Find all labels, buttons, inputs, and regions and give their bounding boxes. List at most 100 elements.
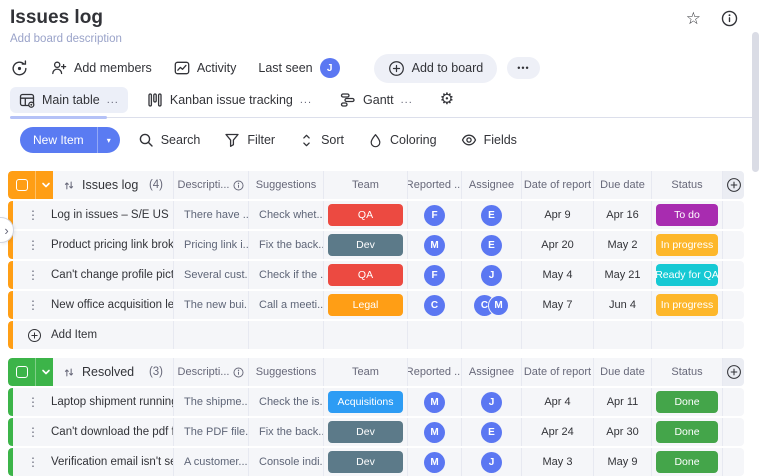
column-status[interactable]: Status [651, 358, 722, 386]
team-label[interactable]: QA [328, 204, 403, 226]
description-cell[interactable]: The PDF file... [173, 418, 248, 446]
column-suggestions[interactable]: Suggestions [248, 358, 323, 386]
date-of-report-cell[interactable]: Apr 20 [521, 231, 593, 259]
group-sort-icon[interactable] [63, 179, 75, 192]
assignee-avatar[interactable]: J [481, 392, 502, 413]
filter-button[interactable]: Filter [224, 132, 275, 148]
column-description[interactable]: Descripti... [173, 358, 248, 386]
new-item-button[interactable]: New Item ▾ [20, 127, 120, 153]
caret-down-icon[interactable]: ▾ [97, 127, 120, 153]
fields-button[interactable]: Fields [461, 132, 517, 148]
column-assignee[interactable]: Assignee [461, 171, 521, 199]
status-label[interactable]: Done [656, 391, 718, 413]
status-label[interactable]: In progress [656, 294, 718, 316]
column-reported[interactable]: Reported ... [407, 171, 461, 199]
due-date-cell[interactable]: Apr 16 [593, 201, 651, 229]
column-reported[interactable]: Reported ... [407, 358, 461, 386]
scrollbar[interactable] [752, 32, 759, 172]
row-menu-icon[interactable]: ⋮ [27, 298, 39, 312]
team-label[interactable]: QA [328, 264, 403, 286]
add-item-row[interactable]: Add Item [8, 321, 744, 349]
suggestions-cell[interactable]: Fix the back... [248, 418, 323, 446]
item-name[interactable]: Laptop shipment running late [51, 396, 173, 408]
reported-avatar[interactable]: C [424, 295, 445, 316]
group-collapse-control[interactable] [8, 171, 53, 199]
item-name[interactable]: Verification email isn't sent [51, 456, 173, 468]
assignee-avatar[interactable]: M [488, 295, 509, 316]
column-assignee[interactable]: Assignee [461, 358, 521, 386]
status-label[interactable]: To do [656, 204, 718, 226]
date-of-report-cell[interactable]: May 4 [521, 261, 593, 289]
description-cell[interactable]: The new bui... [173, 291, 248, 319]
reported-avatar[interactable]: M [424, 392, 445, 413]
tab-menu-icon[interactable]: ... [401, 94, 413, 106]
reported-avatar[interactable]: M [424, 235, 445, 256]
due-date-cell[interactable]: Jun 4 [593, 291, 651, 319]
due-date-cell[interactable]: May 21 [593, 261, 651, 289]
coloring-button[interactable]: Coloring [368, 133, 437, 148]
add-to-board-button[interactable]: Add to board [374, 54, 498, 83]
group-checkbox[interactable] [16, 366, 28, 378]
description-cell[interactable]: Several cust... [173, 261, 248, 289]
due-date-cell[interactable]: Apr 30 [593, 418, 651, 446]
sort-button[interactable]: Sort [299, 133, 344, 148]
add-column-button[interactable] [722, 171, 744, 199]
description-cell[interactable]: A customer... [173, 448, 248, 476]
tab-kanban[interactable]: Kanban issue tracking ... [138, 87, 321, 113]
suggestions-cell[interactable]: Console indi... [248, 448, 323, 476]
tab-menu-icon[interactable]: ... [107, 94, 119, 106]
column-date-of-report[interactable]: Date of report [521, 171, 593, 199]
board-more-options-button[interactable]: ••• [507, 57, 539, 79]
team-label[interactable]: Acquisitions [328, 391, 403, 413]
tab-menu-icon[interactable]: ... [300, 94, 312, 106]
view-settings-icon[interactable]: ⚙ [440, 92, 454, 108]
assignee-avatar[interactable]: E [481, 235, 502, 256]
row-menu-icon[interactable]: ⋮ [27, 395, 39, 409]
row-menu-icon[interactable]: ⋮ [27, 425, 39, 439]
column-due-date[interactable]: Due date [593, 171, 651, 199]
reported-avatar[interactable]: F [424, 205, 445, 226]
description-cell[interactable]: There have ... [173, 201, 248, 229]
item-name[interactable]: Can't download the pdf file [51, 426, 173, 438]
column-team[interactable]: Team [323, 171, 407, 199]
item-name[interactable]: Can't change profile picture [51, 269, 173, 281]
column-description[interactable]: Descripti... [173, 171, 248, 199]
assignee-avatar[interactable]: J [481, 265, 502, 286]
row-menu-icon[interactable]: ⋮ [27, 238, 39, 252]
row-menu-icon[interactable]: ⋮ [27, 455, 39, 469]
due-date-cell[interactable]: May 2 [593, 231, 651, 259]
add-members-button[interactable]: Add members [51, 60, 152, 76]
item-name[interactable]: Log in issues – S/E US [51, 209, 169, 221]
column-suggestions[interactable]: Suggestions [248, 171, 323, 199]
suggestions-cell[interactable]: Check the is... [248, 388, 323, 416]
date-of-report-cell[interactable]: Apr 24 [521, 418, 593, 446]
integrate-icon[interactable] [10, 59, 29, 78]
assignee-avatar[interactable]: J [481, 452, 502, 473]
column-team[interactable]: Team [323, 358, 407, 386]
suggestions-cell[interactable]: Call a meeti... [248, 291, 323, 319]
last-seen[interactable]: Last seen J [258, 58, 339, 78]
item-name[interactable]: Product pricing link broken [51, 239, 173, 251]
status-label[interactable]: Ready for QA [656, 264, 718, 286]
status-label[interactable]: Done [656, 421, 718, 443]
row-menu-icon[interactable]: ⋮ [27, 268, 39, 282]
chevron-down-icon[interactable] [40, 179, 52, 191]
team-label[interactable]: Dev [328, 421, 403, 443]
status-label[interactable]: Done [656, 451, 718, 473]
activity-button[interactable]: Activity [174, 60, 237, 76]
team-label[interactable]: Dev [328, 234, 403, 256]
column-due-date[interactable]: Due date [593, 358, 651, 386]
date-of-report-cell[interactable]: Apr 9 [521, 201, 593, 229]
add-column-button[interactable] [722, 358, 744, 386]
reported-avatar[interactable]: M [424, 452, 445, 473]
status-label[interactable]: In progress [656, 234, 718, 256]
suggestions-cell[interactable]: Check if the ... [248, 261, 323, 289]
board-description[interactable]: Add board description [10, 33, 752, 47]
group-title[interactable]: Issues log [82, 178, 138, 192]
description-cell[interactable]: The shipme... [173, 388, 248, 416]
last-seen-avatar[interactable]: J [320, 58, 340, 78]
team-label[interactable]: Legal [328, 294, 403, 316]
group-sort-icon[interactable] [63, 366, 75, 379]
tab-main-table[interactable]: Main table ... [10, 87, 128, 113]
due-date-cell[interactable]: May 9 [593, 448, 651, 476]
